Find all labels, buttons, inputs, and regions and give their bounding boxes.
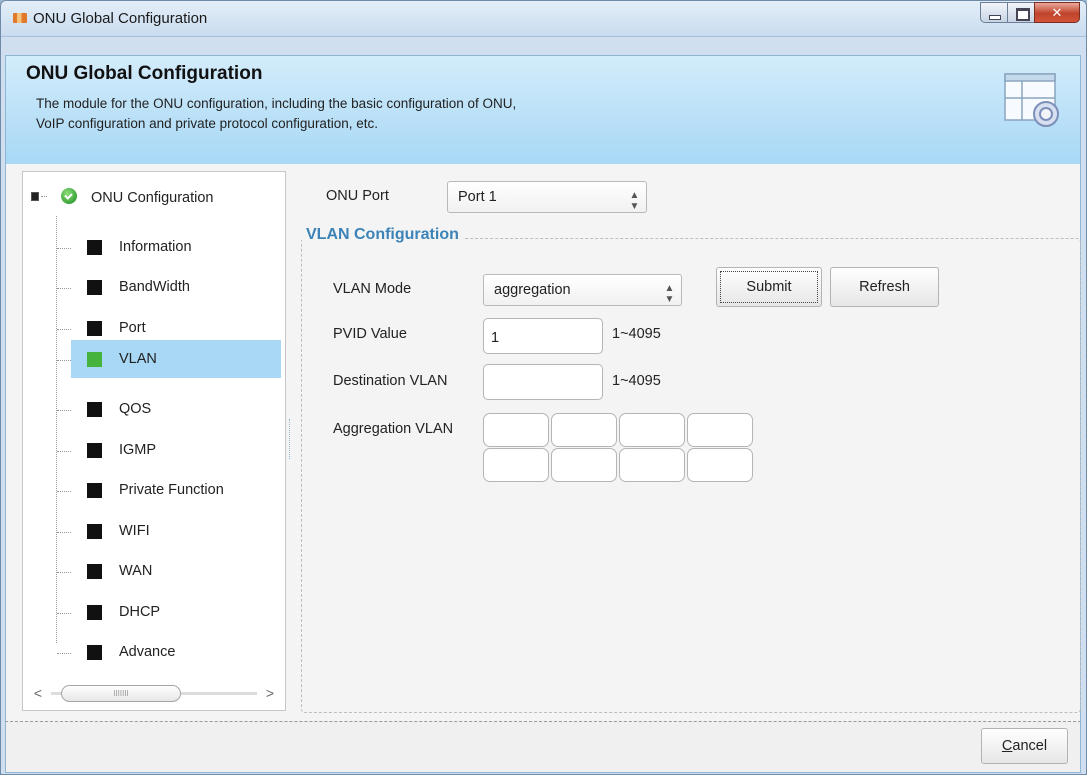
minimize-button[interactable]	[980, 2, 1007, 23]
spinner-arrows-icon: ▲▼	[629, 190, 640, 212]
banner-title: ONU Global Configuration	[26, 63, 263, 84]
onu-global-config-window: ONU Global Configuration ✕ ONU Global Co…	[0, 0, 1087, 775]
aggregation-vlan-input-1[interactable]	[483, 413, 549, 447]
tree-item-vlan[interactable]: VLAN	[57, 340, 281, 378]
vlan-mode-select[interactable]: aggregation ▲▼	[483, 274, 682, 306]
tree-root-onu-configuration[interactable]: ONU Configuration	[23, 186, 285, 212]
tree-item-label: IGMP	[119, 442, 157, 458]
node-square-icon	[87, 524, 102, 539]
dialog-footer: Cancel	[5, 721, 1081, 773]
node-square-icon	[87, 443, 102, 458]
tree-item-wan[interactable]: WAN	[57, 552, 281, 590]
tree-item-private-function[interactable]: Private Function	[57, 471, 281, 509]
tree-item-label: BandWidth	[119, 279, 190, 295]
node-square-icon	[87, 645, 102, 660]
pvid-value-input[interactable]: 1	[483, 318, 603, 354]
tree-item-bandwidth[interactable]: BandWidth	[57, 268, 281, 306]
tree-horizontal-scrollbar[interactable]: < IIIIIII >	[29, 683, 279, 703]
node-square-icon-selected	[87, 352, 102, 367]
aggregation-vlan-input-2[interactable]	[551, 413, 617, 447]
tree-item-label: Port	[119, 320, 146, 336]
window-title: ONU Global Configuration	[33, 10, 208, 27]
vlan-config-panel: ONU Port Port 1 ▲▼ VLAN Configuration VL…	[292, 171, 1081, 717]
scroll-right-icon[interactable]: >	[261, 683, 279, 703]
banner-description-line1: The module for the ONU configuration, in…	[36, 96, 517, 111]
tree-item-qos[interactable]: QOS	[57, 390, 281, 428]
onu-port-value: Port 1	[458, 189, 497, 205]
window-controls: ✕	[980, 2, 1080, 23]
config-window-gear-icon	[1004, 73, 1059, 127]
aggregation-vlan-input-4[interactable]	[687, 413, 753, 447]
tree-item-advance[interactable]: Advance	[57, 633, 281, 671]
config-tree: ONU Configuration Information BandWidth …	[22, 171, 286, 711]
destination-vlan-input[interactable]	[483, 364, 603, 400]
content-area: ONU Configuration Information BandWidth …	[5, 164, 1081, 721]
aggregation-vlan-input-8[interactable]	[687, 448, 753, 482]
node-square-icon	[87, 564, 102, 579]
tree-item-information[interactable]: Information	[57, 228, 281, 266]
tree-item-label: DHCP	[119, 604, 161, 620]
scroll-left-icon[interactable]: <	[29, 683, 47, 703]
tree-item-label: VLAN	[119, 351, 157, 367]
node-square-icon	[87, 280, 102, 295]
tree-item-label: Advance	[119, 644, 176, 660]
destination-vlan-range-hint: 1~4095	[612, 373, 661, 389]
tree-collapse-icon[interactable]	[31, 192, 47, 201]
submit-button[interactable]: Submit	[716, 267, 822, 307]
app-icon	[13, 13, 27, 23]
header-banner: ONU Global Configuration The module for …	[5, 55, 1081, 165]
banner-description: The module for the ONU configuration, in…	[36, 94, 796, 134]
destination-vlan-label: Destination VLAN	[333, 373, 448, 389]
node-square-icon	[87, 321, 102, 336]
vlan-mode-label: VLAN Mode	[333, 281, 412, 297]
node-square-icon	[87, 605, 102, 620]
pvid-range-hint: 1~4095	[612, 326, 661, 342]
title-bar[interactable]: ONU Global Configuration ✕	[1, 1, 1086, 37]
tree-item-igmp[interactable]: IGMP	[57, 431, 281, 469]
tree-item-label: WAN	[119, 563, 153, 579]
tree-item-label: QOS	[119, 401, 152, 417]
cancel-button[interactable]: Cancel	[981, 728, 1068, 764]
close-button[interactable]: ✕	[1034, 2, 1080, 23]
aggregation-vlan-input-5[interactable]	[483, 448, 549, 482]
aggregation-vlan-input-6[interactable]	[551, 448, 617, 482]
scroll-thumb[interactable]: IIIIIII	[61, 685, 181, 702]
pvid-value-label: PVID Value	[333, 326, 407, 342]
banner-description-line2: VoIP configuration and private protocol …	[36, 116, 378, 131]
tree-item-wifi[interactable]: WIFI	[57, 512, 281, 550]
cancel-label: ancel	[1012, 738, 1048, 754]
spinner-arrows-icon: ▲▼	[664, 283, 675, 305]
tree-item-dhcp[interactable]: DHCP	[57, 593, 281, 631]
refresh-button[interactable]: Refresh	[830, 267, 939, 307]
onu-port-select[interactable]: Port 1 ▲▼	[447, 181, 647, 213]
tree-guide-line	[56, 216, 57, 643]
check-circle-icon	[61, 188, 77, 204]
node-square-icon	[87, 240, 102, 255]
vlan-configuration-title: VLAN Configuration	[302, 226, 463, 244]
cancel-mnemonic: C	[1001, 738, 1013, 754]
aggregation-vlan-input-3[interactable]	[619, 413, 685, 447]
panel-splitter[interactable]	[289, 419, 291, 459]
aggregation-vlan-label: Aggregation VLAN	[333, 421, 454, 437]
tree-item-label: WIFI	[119, 523, 150, 539]
tree-item-label: Information	[119, 239, 192, 255]
tree-item-label: Private Function	[119, 482, 224, 498]
close-icon: ✕	[1051, 5, 1063, 20]
node-square-icon	[87, 402, 102, 417]
onu-port-label: ONU Port	[326, 188, 389, 204]
tree-root-label: ONU Configuration	[91, 190, 214, 206]
maximize-button[interactable]	[1007, 2, 1034, 23]
aggregation-vlan-input-7[interactable]	[619, 448, 685, 482]
node-square-icon	[87, 483, 102, 498]
vlan-mode-value: aggregation	[494, 282, 571, 298]
